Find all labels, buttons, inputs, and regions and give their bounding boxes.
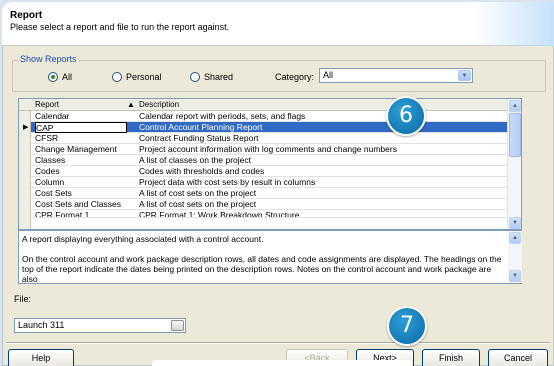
radio-shared-label: Shared bbox=[204, 72, 234, 82]
cell-description: Project account information with log com… bbox=[139, 144, 397, 154]
cell-description: Codes with thresholds and codes bbox=[139, 166, 265, 176]
table-row[interactable]: Calendar Calendar report with periods, s… bbox=[31, 111, 509, 122]
column-header-report[interactable]: Report bbox=[35, 100, 59, 109]
overlay-panel-edge bbox=[152, 360, 412, 366]
radio-unchecked-icon bbox=[190, 72, 200, 82]
cell-description: Project data with cost sets by result in… bbox=[139, 177, 316, 187]
cell-description: Control Account Planning Report bbox=[139, 122, 263, 132]
chevron-down-icon[interactable]: ▼ bbox=[458, 70, 471, 81]
file-value: Launch 311 bbox=[18, 320, 65, 330]
folder-browse-icon[interactable] bbox=[171, 320, 184, 331]
file-field[interactable]: Launch 311 bbox=[14, 318, 186, 333]
table-row[interactable]: Codes Codes with thresholds and codes bbox=[31, 166, 509, 177]
cell-report: Change Management bbox=[35, 144, 117, 154]
page-subtitle: Please select a report and file to run t… bbox=[10, 22, 230, 32]
row-selector-column bbox=[19, 99, 31, 229]
cell-report: Calendar bbox=[35, 111, 70, 121]
step-callout-badge: 7 bbox=[387, 306, 427, 346]
column-header-description[interactable]: Description bbox=[139, 100, 179, 109]
table-row[interactable]: Cost Sets and Classes A list of cost set… bbox=[31, 199, 509, 210]
report-grid[interactable]: Report ▲ Description Calendar Calendar r… bbox=[18, 98, 522, 230]
scroll-down-icon[interactable]: ▼ bbox=[509, 217, 521, 229]
step-callout-badge: 6 bbox=[386, 96, 426, 136]
cell-report: Codes bbox=[35, 166, 60, 176]
cancel-button[interactable]: Cancel bbox=[488, 349, 548, 366]
report-wizard-dialog: Report Please select a report and file t… bbox=[2, 2, 554, 366]
table-row[interactable]: CFSR Contract Funding Status Report bbox=[31, 133, 509, 144]
scroll-up-icon[interactable]: ▲ bbox=[509, 232, 521, 244]
cell-report[interactable]: CAP bbox=[35, 122, 127, 133]
table-row[interactable]: CPR Format 1 CPR Format 1: Work Breakdow… bbox=[31, 210, 509, 218]
scroll-up-icon[interactable]: ▲ bbox=[509, 100, 521, 112]
description-line-2: On the control account and work package … bbox=[22, 254, 502, 284]
table-row-selected[interactable]: CAP Control Account Planning Report bbox=[31, 122, 509, 133]
radio-checked-icon bbox=[48, 72, 58, 82]
table-row[interactable]: Change Management Project account inform… bbox=[31, 144, 509, 155]
cell-report: Column bbox=[35, 177, 65, 187]
footer-divider bbox=[6, 342, 550, 343]
file-label: File: bbox=[14, 294, 32, 304]
cell-description: A list of classes on the project bbox=[139, 155, 251, 165]
finish-button[interactable]: Finish bbox=[422, 349, 480, 366]
radio-unchecked-icon bbox=[112, 72, 122, 82]
radio-all[interactable]: All bbox=[48, 72, 72, 82]
cell-report: CFSR bbox=[35, 133, 59, 143]
radio-personal-label: Personal bbox=[126, 72, 162, 82]
cell-description: CPR Format 1: Work Breakdown Structure bbox=[139, 210, 300, 218]
sort-asc-icon: ▲ bbox=[127, 100, 135, 109]
show-reports-label: Show Reports bbox=[18, 54, 79, 64]
radio-shared[interactable]: Shared bbox=[190, 72, 233, 82]
radio-all-label: All bbox=[62, 72, 73, 82]
category-value: All bbox=[323, 70, 334, 80]
description-scrollbar[interactable]: ▲ ▼ bbox=[508, 231, 522, 283]
wizard-header: Report Please select a report and file t… bbox=[2, 2, 554, 46]
cell-report: CPR Format 1 bbox=[35, 210, 90, 218]
scroll-down-icon[interactable]: ▼ bbox=[509, 270, 521, 282]
header-glow bbox=[474, 2, 554, 46]
grid-scrollbar[interactable]: ▲ ▼ bbox=[507, 99, 521, 229]
category-label: Category: bbox=[275, 72, 315, 82]
triangle-right-icon: ▶ bbox=[23, 124, 29, 131]
description-line-1: A report displaying everything associate… bbox=[22, 234, 264, 244]
cell-description: Calendar report with periods, sets, and … bbox=[139, 111, 306, 121]
cell-description: A list of cost sets on the project bbox=[139, 199, 257, 209]
cell-description: A list of cost sets on the project bbox=[139, 188, 257, 198]
cell-report: Cost Sets and Classes bbox=[35, 199, 121, 209]
table-row[interactable]: Classes A list of classes on the project bbox=[31, 155, 509, 166]
table-row[interactable]: Column Project data with cost sets by re… bbox=[31, 177, 509, 188]
report-description-box: A report displaying everything associate… bbox=[18, 230, 522, 284]
help-button[interactable]: Help bbox=[8, 349, 74, 366]
scrollbar-thumb[interactable] bbox=[509, 113, 521, 157]
radio-personal[interactable]: Personal bbox=[112, 72, 162, 82]
grid-header: Report ▲ Description bbox=[19, 99, 509, 111]
cell-report: Classes bbox=[35, 155, 66, 165]
table-row[interactable]: Cost Sets A list of cost sets on the pro… bbox=[31, 188, 509, 199]
cell-report: Cost Sets bbox=[35, 188, 72, 198]
page-title: Report bbox=[10, 10, 43, 21]
cell-description: Contract Funding Status Report bbox=[139, 133, 259, 143]
category-select[interactable]: All ▼ bbox=[319, 68, 473, 83]
